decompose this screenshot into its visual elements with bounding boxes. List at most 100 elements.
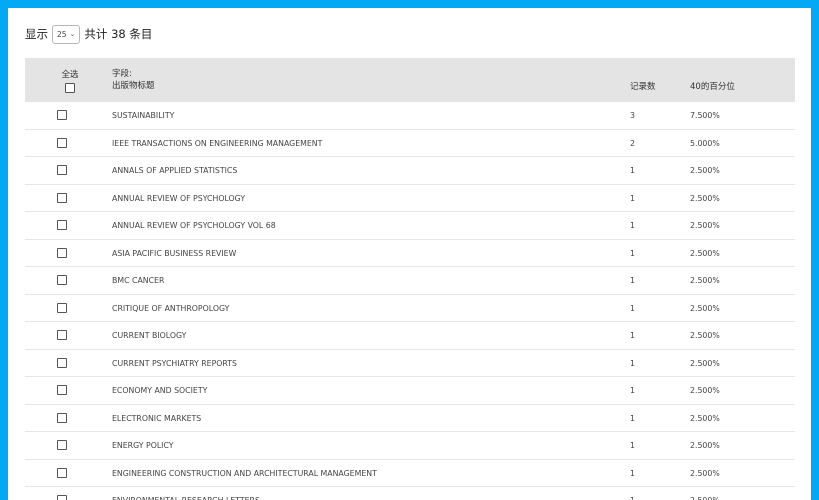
table-row: CURRENT PSYCHIATRY REPORTS 1 2.500% xyxy=(25,350,795,377)
publication-title: ENGINEERING CONSTRUCTION AND ARCHITECTUR… xyxy=(112,468,377,478)
row-checkbox[interactable] xyxy=(57,385,67,395)
row-checkbox-wrap[interactable] xyxy=(57,440,67,450)
row-checkbox-wrap[interactable] xyxy=(57,467,67,478)
select-all-checkbox[interactable] xyxy=(65,83,75,93)
table-row: ENERGY POLICY 1 2.500% xyxy=(25,432,795,460)
row-checkbox-wrap[interactable] xyxy=(57,110,67,120)
publication-title: CRITIQUE OF ANTHROPOLOGY xyxy=(112,303,230,313)
field-label: 字段: xyxy=(112,69,132,79)
publication-title: CURRENT BIOLOGY xyxy=(112,331,187,340)
record-percent: 2.500% xyxy=(690,441,720,450)
record-count: 1 xyxy=(630,248,635,258)
record-percent: 2.500% xyxy=(690,166,720,175)
record-count: 3 xyxy=(630,111,635,120)
record-percent: 2.500% xyxy=(690,303,720,313)
results-table: 全选 字段: 出版物标题 记录数 40的百分位 SUSTAINABILITY 3 7… xyxy=(25,58,795,500)
table-row: ANNALS OF APPLIED STATISTICS 1 2.500% xyxy=(25,157,795,185)
record-percent: 2.500% xyxy=(690,468,720,478)
table-row: IEEE TRANSACTIONS ON ENGINEERING MANAGEM… xyxy=(25,130,795,157)
count-header[interactable]: 记录数 xyxy=(630,80,656,92)
field-name: 出版物标题 xyxy=(112,81,155,91)
table-row: ENVIRONMENTAL RESEARCH LETTERS 1 2.500% xyxy=(25,487,795,500)
record-count: 1 xyxy=(630,193,635,203)
record-percent: 2.500% xyxy=(690,413,720,423)
table-row: ANNUAL REVIEW OF PSYCHOLOGY 1 2.500% xyxy=(25,185,795,212)
row-checkbox-wrap[interactable] xyxy=(57,165,67,175)
publication-title: ASIA PACIFIC BUSINESS REVIEW xyxy=(112,248,237,258)
row-checkbox-wrap[interactable] xyxy=(57,357,67,368)
select-all-column: 全选 xyxy=(61,68,79,94)
row-checkbox-wrap[interactable] xyxy=(57,220,67,230)
record-count: 1 xyxy=(630,441,635,450)
record-percent: 2.500% xyxy=(690,193,720,203)
row-checkbox-wrap[interactable] xyxy=(57,275,67,285)
publication-title: ENVIRONMENTAL RESEARCH LETTERS xyxy=(112,496,260,500)
record-percent: 2.500% xyxy=(690,276,720,285)
record-count: 1 xyxy=(630,413,635,423)
record-percent: 2.500% xyxy=(690,386,720,395)
record-count: 1 xyxy=(630,358,635,368)
record-count: 1 xyxy=(630,303,635,313)
publication-title: ENERGY POLICY xyxy=(112,441,174,450)
record-count: 1 xyxy=(630,496,635,500)
row-checkbox[interactable] xyxy=(57,412,67,423)
row-checkbox[interactable] xyxy=(57,192,67,203)
row-checkbox[interactable] xyxy=(57,247,67,258)
row-checkbox-wrap[interactable] xyxy=(57,495,67,500)
record-percent: 2.500% xyxy=(690,496,720,500)
select-all-label: 全选 xyxy=(61,70,79,80)
row-checkbox[interactable] xyxy=(57,302,67,313)
row-checkbox-wrap[interactable] xyxy=(57,412,67,423)
row-checkbox[interactable] xyxy=(57,275,67,285)
row-checkbox[interactable] xyxy=(57,440,67,450)
row-checkbox-wrap[interactable] xyxy=(57,247,67,258)
percent-header[interactable]: 40的百分位 xyxy=(690,80,735,92)
row-checkbox-wrap[interactable] xyxy=(57,385,67,395)
table-row: BMC CANCER 1 2.500% xyxy=(25,267,795,295)
row-checkbox[interactable] xyxy=(57,220,67,230)
record-count: 1 xyxy=(630,331,635,340)
row-checkbox[interactable] xyxy=(57,467,67,478)
record-count: 2 xyxy=(630,138,635,148)
row-checkbox[interactable] xyxy=(57,330,67,340)
table-row: CURRENT BIOLOGY 1 2.500% xyxy=(25,322,795,350)
record-percent: 7.500% xyxy=(690,111,720,120)
table-row: SUSTAINABILITY 3 7.500% xyxy=(25,102,795,130)
row-checkbox-wrap[interactable] xyxy=(57,137,67,148)
publication-title: SUSTAINABILITY xyxy=(112,111,175,120)
record-count: 1 xyxy=(630,221,635,230)
row-checkbox[interactable] xyxy=(57,495,67,500)
field-header: 字段: 出版物标题 xyxy=(112,68,155,92)
row-checkbox[interactable] xyxy=(57,357,67,368)
show-label: 显示 xyxy=(25,27,48,41)
publication-title: IEEE TRANSACTIONS ON ENGINEERING MANAGEM… xyxy=(112,138,323,148)
table-row: ASIA PACIFIC BUSINESS REVIEW 1 2.500% xyxy=(25,240,795,267)
page-size-value: 25 xyxy=(57,29,67,39)
row-checkbox[interactable] xyxy=(57,165,67,175)
publication-title: ANNUAL REVIEW OF PSYCHOLOGY VOL 68 xyxy=(112,221,276,230)
record-percent: 5.000% xyxy=(690,138,720,148)
row-checkbox-wrap[interactable] xyxy=(57,330,67,340)
record-count: 1 xyxy=(630,276,635,285)
table-row: CRITIQUE OF ANTHROPOLOGY 1 2.500% xyxy=(25,295,795,322)
record-count: 1 xyxy=(630,468,635,478)
total-count-label: 共计 38 条目 xyxy=(84,27,153,41)
publication-title: ECONOMY AND SOCIETY xyxy=(112,386,208,395)
record-percent: 2.500% xyxy=(690,221,720,230)
row-checkbox[interactable] xyxy=(57,110,67,120)
row-checkbox-wrap[interactable] xyxy=(57,302,67,313)
record-percent: 2.500% xyxy=(690,248,720,258)
table-row: ECONOMY AND SOCIETY 1 2.500% xyxy=(25,377,795,405)
table-row: ANNUAL REVIEW OF PSYCHOLOGY VOL 68 1 2.500… xyxy=(25,212,795,240)
publication-title: CURRENT PSYCHIATRY REPORTS xyxy=(112,358,237,368)
table-body: SUSTAINABILITY 3 7.500% IEEE TRANSACTIONS O… xyxy=(25,102,795,500)
publication-title: ELECTRONIC MARKETS xyxy=(112,413,202,423)
page-size-select[interactable]: 25 ⌄ xyxy=(52,24,81,44)
record-count: 1 xyxy=(630,386,635,395)
row-checkbox-wrap[interactable] xyxy=(57,192,67,203)
record-percent: 2.500% xyxy=(690,358,720,368)
row-checkbox[interactable] xyxy=(57,137,67,148)
record-count: 1 xyxy=(630,166,635,175)
publication-title: BMC CANCER xyxy=(112,276,165,285)
table-row: ELECTRONIC MARKETS 1 2.500% xyxy=(25,405,795,432)
